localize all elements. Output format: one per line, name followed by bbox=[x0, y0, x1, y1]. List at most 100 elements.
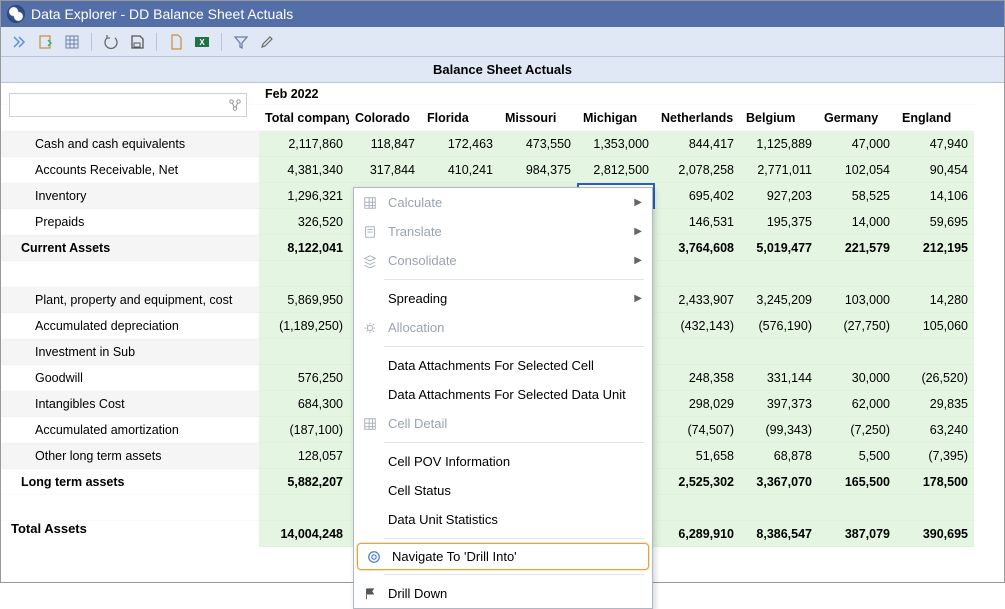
data-cell[interactable]: (576,190) bbox=[740, 313, 818, 339]
data-cell[interactable]: 473,550 bbox=[499, 131, 577, 157]
row-label[interactable]: Long term assets bbox=[1, 469, 259, 495]
grid-icon[interactable] bbox=[61, 31, 83, 53]
data-cell[interactable]: 59,695 bbox=[896, 209, 974, 235]
menu-item[interactable]: Spreading▶ bbox=[354, 284, 652, 313]
data-cell[interactable]: 1,125,889 bbox=[740, 131, 818, 157]
data-cell[interactable]: 68,878 bbox=[740, 443, 818, 469]
data-cell[interactable]: 695,402 bbox=[655, 183, 740, 209]
data-cell[interactable]: 2,433,907 bbox=[655, 287, 740, 313]
menu-item[interactable]: Data Unit Statistics bbox=[354, 505, 652, 534]
data-cell[interactable]: 2,078,258 bbox=[655, 157, 740, 183]
row-label[interactable]: Total Assets bbox=[1, 521, 259, 547]
row-label[interactable]: Accumulated amortization bbox=[1, 417, 259, 443]
data-cell[interactable]: 90,454 bbox=[896, 157, 974, 183]
data-cell[interactable]: 3,764,608 bbox=[655, 235, 740, 261]
data-cell[interactable]: 2,771,011 bbox=[740, 157, 818, 183]
data-cell[interactable]: 927,203 bbox=[740, 183, 818, 209]
data-cell[interactable]: 51,658 bbox=[655, 443, 740, 469]
data-cell[interactable]: 195,375 bbox=[740, 209, 818, 235]
data-cell[interactable]: 14,004,248 bbox=[259, 521, 349, 547]
column-header[interactable]: Florida bbox=[421, 105, 499, 131]
data-cell[interactable]: 1,353,000 bbox=[577, 131, 655, 157]
document-icon[interactable] bbox=[165, 31, 187, 53]
data-cell[interactable]: 326,520 bbox=[259, 209, 349, 235]
data-cell[interactable]: 5,882,207 bbox=[259, 469, 349, 495]
data-cell[interactable]: 63,240 bbox=[896, 417, 974, 443]
data-cell[interactable]: (187,100) bbox=[259, 417, 349, 443]
column-header[interactable]: Missouri bbox=[499, 105, 577, 131]
data-cell[interactable] bbox=[896, 339, 974, 365]
data-cell[interactable]: 8,386,547 bbox=[740, 521, 818, 547]
data-cell[interactable]: 47,000 bbox=[818, 131, 896, 157]
menu-item[interactable]: Data Attachments For Selected Data Unit bbox=[354, 380, 652, 409]
column-header[interactable]: Total company bbox=[259, 105, 349, 131]
column-header[interactable]: Netherlands bbox=[655, 105, 740, 131]
data-cell[interactable]: 5,019,477 bbox=[740, 235, 818, 261]
hierarchy-icon[interactable] bbox=[228, 98, 242, 112]
data-cell[interactable]: 172,463 bbox=[421, 131, 499, 157]
data-cell[interactable]: 317,844 bbox=[349, 157, 421, 183]
data-cell[interactable]: 102,054 bbox=[818, 157, 896, 183]
data-cell[interactable]: 14,000 bbox=[818, 209, 896, 235]
data-cell[interactable]: 387,079 bbox=[818, 521, 896, 547]
data-cell[interactable]: 397,373 bbox=[740, 391, 818, 417]
dim-filter[interactable] bbox=[3, 85, 253, 125]
data-cell[interactable]: (7,395) bbox=[896, 443, 974, 469]
save-icon[interactable] bbox=[126, 31, 148, 53]
data-cell[interactable]: (27,750) bbox=[818, 313, 896, 339]
row-label[interactable]: Accounts Receivable, Net bbox=[1, 157, 259, 183]
data-cell[interactable]: 118,847 bbox=[349, 131, 421, 157]
column-header[interactable]: Germany bbox=[818, 105, 896, 131]
data-cell[interactable]: 105,060 bbox=[896, 313, 974, 339]
data-cell[interactable]: 14,106 bbox=[896, 183, 974, 209]
data-cell[interactable]: 2,525,302 bbox=[655, 469, 740, 495]
row-label[interactable]: Cash and cash equivalents bbox=[1, 131, 259, 157]
menu-item[interactable]: Cell POV Information bbox=[354, 447, 652, 476]
data-cell[interactable]: 146,531 bbox=[655, 209, 740, 235]
data-cell[interactable]: 410,241 bbox=[421, 157, 499, 183]
menu-item[interactable]: Cell Status bbox=[354, 476, 652, 505]
data-cell[interactable]: 390,695 bbox=[896, 521, 974, 547]
data-cell[interactable]: 6,289,910 bbox=[655, 521, 740, 547]
data-cell[interactable]: 576,250 bbox=[259, 365, 349, 391]
row-label[interactable]: Prepaids bbox=[1, 209, 259, 235]
row-label[interactable]: Plant, property and equipment, cost bbox=[1, 287, 259, 313]
data-cell[interactable]: 165,500 bbox=[818, 469, 896, 495]
row-label[interactable]: Other long term assets bbox=[1, 443, 259, 469]
data-cell[interactable]: 30,000 bbox=[818, 365, 896, 391]
menu-item[interactable]: Drill Down bbox=[354, 579, 652, 608]
data-cell[interactable]: (7,250) bbox=[818, 417, 896, 443]
data-cell[interactable]: 14,280 bbox=[896, 287, 974, 313]
data-cell[interactable]: 331,144 bbox=[740, 365, 818, 391]
data-cell[interactable]: 3,245,209 bbox=[740, 287, 818, 313]
run-icon[interactable] bbox=[9, 31, 31, 53]
edit-icon[interactable] bbox=[256, 31, 278, 53]
data-cell[interactable]: 5,500 bbox=[818, 443, 896, 469]
data-cell[interactable]: 3,367,070 bbox=[740, 469, 818, 495]
data-cell[interactable]: 212,195 bbox=[896, 235, 974, 261]
row-label[interactable]: Investment in Sub bbox=[1, 339, 259, 365]
data-cell[interactable]: 221,579 bbox=[818, 235, 896, 261]
data-cell[interactable]: 4,381,340 bbox=[259, 157, 349, 183]
data-cell[interactable] bbox=[818, 339, 896, 365]
data-cell[interactable] bbox=[740, 339, 818, 365]
menu-item[interactable]: Data Attachments For Selected Cell bbox=[354, 351, 652, 380]
column-header[interactable]: Belgium bbox=[740, 105, 818, 131]
column-header[interactable]: Michigan bbox=[577, 105, 655, 131]
data-cell[interactable]: 103,000 bbox=[818, 287, 896, 313]
excel-export-icon[interactable]: X bbox=[191, 31, 213, 53]
data-cell[interactable]: (99,343) bbox=[740, 417, 818, 443]
data-cell[interactable]: (432,143) bbox=[655, 313, 740, 339]
data-cell[interactable]: 128,057 bbox=[259, 443, 349, 469]
column-header[interactable]: England bbox=[896, 105, 974, 131]
data-cell[interactable]: (1,189,250) bbox=[259, 313, 349, 339]
data-cell[interactable]: 248,358 bbox=[655, 365, 740, 391]
data-cell[interactable]: 58,525 bbox=[818, 183, 896, 209]
data-cell[interactable]: 984,375 bbox=[499, 157, 577, 183]
data-cell[interactable]: 844,417 bbox=[655, 131, 740, 157]
data-cell[interactable]: (74,507) bbox=[655, 417, 740, 443]
data-cell[interactable]: (26,520) bbox=[896, 365, 974, 391]
row-label[interactable]: Intangibles Cost bbox=[1, 391, 259, 417]
data-cell[interactable]: 1,296,321 bbox=[259, 183, 349, 209]
row-label[interactable]: Inventory bbox=[1, 183, 259, 209]
